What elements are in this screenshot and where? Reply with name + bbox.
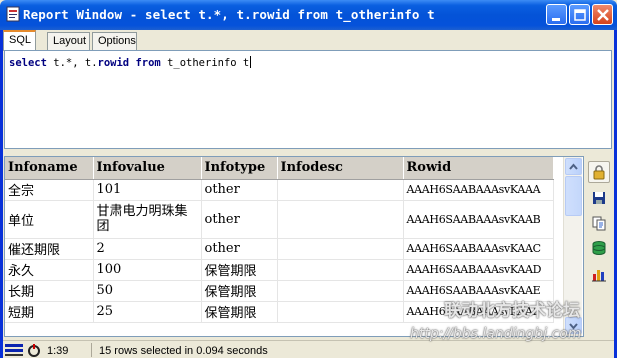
cell-infovalue[interactable]: 100: [93, 259, 202, 281]
scroll-up-button[interactable]: [565, 158, 582, 175]
cell-infotype[interactable]: other: [201, 200, 278, 239]
table-row[interactable]: 单位 甘肃电力明珠集团 other AAAH6SAABAAAsvKAAB: [5, 200, 554, 239]
cell-infotype[interactable]: other: [201, 238, 278, 260]
watermark-url: http://bbs.landingbj.com: [410, 326, 582, 342]
cell-infodesc[interactable]: [277, 301, 404, 323]
watermark-text: 联动北方技术论坛: [444, 301, 580, 321]
scroll-thumb[interactable]: [565, 176, 582, 216]
tab-sql[interactable]: SQL: [3, 30, 36, 51]
timer-icon: [28, 344, 40, 357]
column-header-infotype[interactable]: Infotype: [201, 157, 278, 180]
grid-toolbar: [586, 157, 612, 317]
cell-infovalue[interactable]: 50: [93, 280, 202, 302]
save-icon: [593, 192, 605, 204]
cell-infovalue[interactable]: 101: [93, 179, 202, 201]
database-button[interactable]: [588, 237, 610, 259]
save-button[interactable]: [588, 187, 610, 209]
table-row[interactable]: 永久 100 保管期限 AAAH6SAABAAAsvKAAD: [5, 259, 554, 281]
chevron-up-icon: [569, 163, 578, 170]
cell-infoname[interactable]: 全宗: [5, 179, 94, 201]
progress-bars-icon: [5, 344, 23, 356]
maximize-button[interactable]: [569, 4, 590, 25]
text-caret: [250, 56, 252, 68]
cell-infodesc[interactable]: [277, 238, 404, 260]
cell-infotype[interactable]: 保管期限: [201, 301, 278, 323]
sql-editor[interactable]: select t.*, t.rowid from t_otherinfo t: [4, 50, 612, 149]
report-window-icon: [5, 6, 21, 22]
lock-button[interactable]: [588, 161, 610, 183]
cell-infotype[interactable]: other: [201, 179, 278, 201]
cell-infodesc[interactable]: [277, 179, 404, 201]
close-icon: [597, 9, 609, 21]
cell-infodesc[interactable]: [277, 259, 404, 281]
status-separator: [91, 343, 92, 357]
cell-rowid[interactable]: AAAH6SAABAAAsvKAAC: [403, 238, 554, 260]
table-row[interactable]: 全宗 101 other AAAH6SAABAAAsvKAAA: [5, 179, 554, 201]
column-header-infovalue[interactable]: Infovalue: [93, 157, 202, 180]
cell-rowid[interactable]: AAAH6SAABAAAsvKAAA: [403, 179, 554, 201]
column-header-infodesc[interactable]: Infodesc: [277, 157, 404, 180]
cell-infodesc[interactable]: [277, 200, 404, 239]
sql-text-part: t_otherinfo t: [160, 57, 250, 69]
copy-button[interactable]: [588, 212, 610, 234]
cell-infovalue[interactable]: 25: [93, 301, 202, 323]
tab-options[interactable]: Options: [92, 32, 137, 50]
header-row: Infoname Infovalue Infotype Infodesc Row…: [5, 157, 554, 180]
chart-icon: [592, 270, 606, 282]
cell-infoname[interactable]: 长期: [5, 280, 94, 302]
status-bar: 1:39 15 rows selected in 0.094 seconds: [3, 340, 614, 358]
maximize-icon: [574, 9, 586, 21]
minimize-icon: [552, 18, 560, 21]
cell-infovalue[interactable]: 甘肃电力明珠集团: [93, 200, 202, 239]
chart-button[interactable]: [588, 263, 610, 285]
window-title: Report Window - select t.*, t.rowid from…: [23, 7, 435, 22]
cell-infodesc[interactable]: [277, 280, 404, 302]
cell-infoname[interactable]: 永久: [5, 259, 94, 281]
cell-infotype[interactable]: 保管期限: [201, 280, 278, 302]
status-message: 15 rows selected in 0.094 seconds: [99, 345, 268, 357]
sql-keyword-select: select: [9, 57, 47, 69]
column-header-infoname[interactable]: Infoname: [5, 157, 94, 180]
close-button[interactable]: [592, 4, 613, 25]
sql-keyword-rowid: rowid: [97, 57, 130, 69]
cell-rowid[interactable]: AAAH6SAABAAAsvKAAD: [403, 259, 554, 281]
database-icon: [592, 241, 606, 255]
cell-infotype[interactable]: 保管期限: [201, 259, 278, 281]
sql-keyword-from: from: [135, 57, 161, 69]
cell-infoname[interactable]: 单位: [5, 200, 94, 239]
lock-icon: [593, 165, 605, 180]
tab-layout[interactable]: Layout: [47, 32, 90, 50]
cell-infoname[interactable]: 短期: [5, 301, 94, 323]
column-header-rowid[interactable]: Rowid: [403, 157, 554, 180]
table-row[interactable]: 催还期限 2 other AAAH6SAABAAAsvKAAC: [5, 238, 554, 260]
title-bar[interactable]: Report Window - select t.*, t.rowid from…: [0, 0, 617, 30]
elapsed-time: 1:39: [47, 345, 69, 357]
sql-text-part: t.*, t.: [46, 57, 98, 69]
cell-infoname[interactable]: 催还期限: [5, 238, 94, 260]
sql-text: select t.*, t.rowid from t_otherinfo t: [9, 56, 252, 69]
minimize-button[interactable]: [546, 4, 567, 25]
cell-infovalue[interactable]: 2: [93, 238, 202, 260]
cell-rowid[interactable]: AAAH6SAABAAAsvKAAB: [403, 200, 554, 239]
copy-icon: [592, 216, 606, 231]
